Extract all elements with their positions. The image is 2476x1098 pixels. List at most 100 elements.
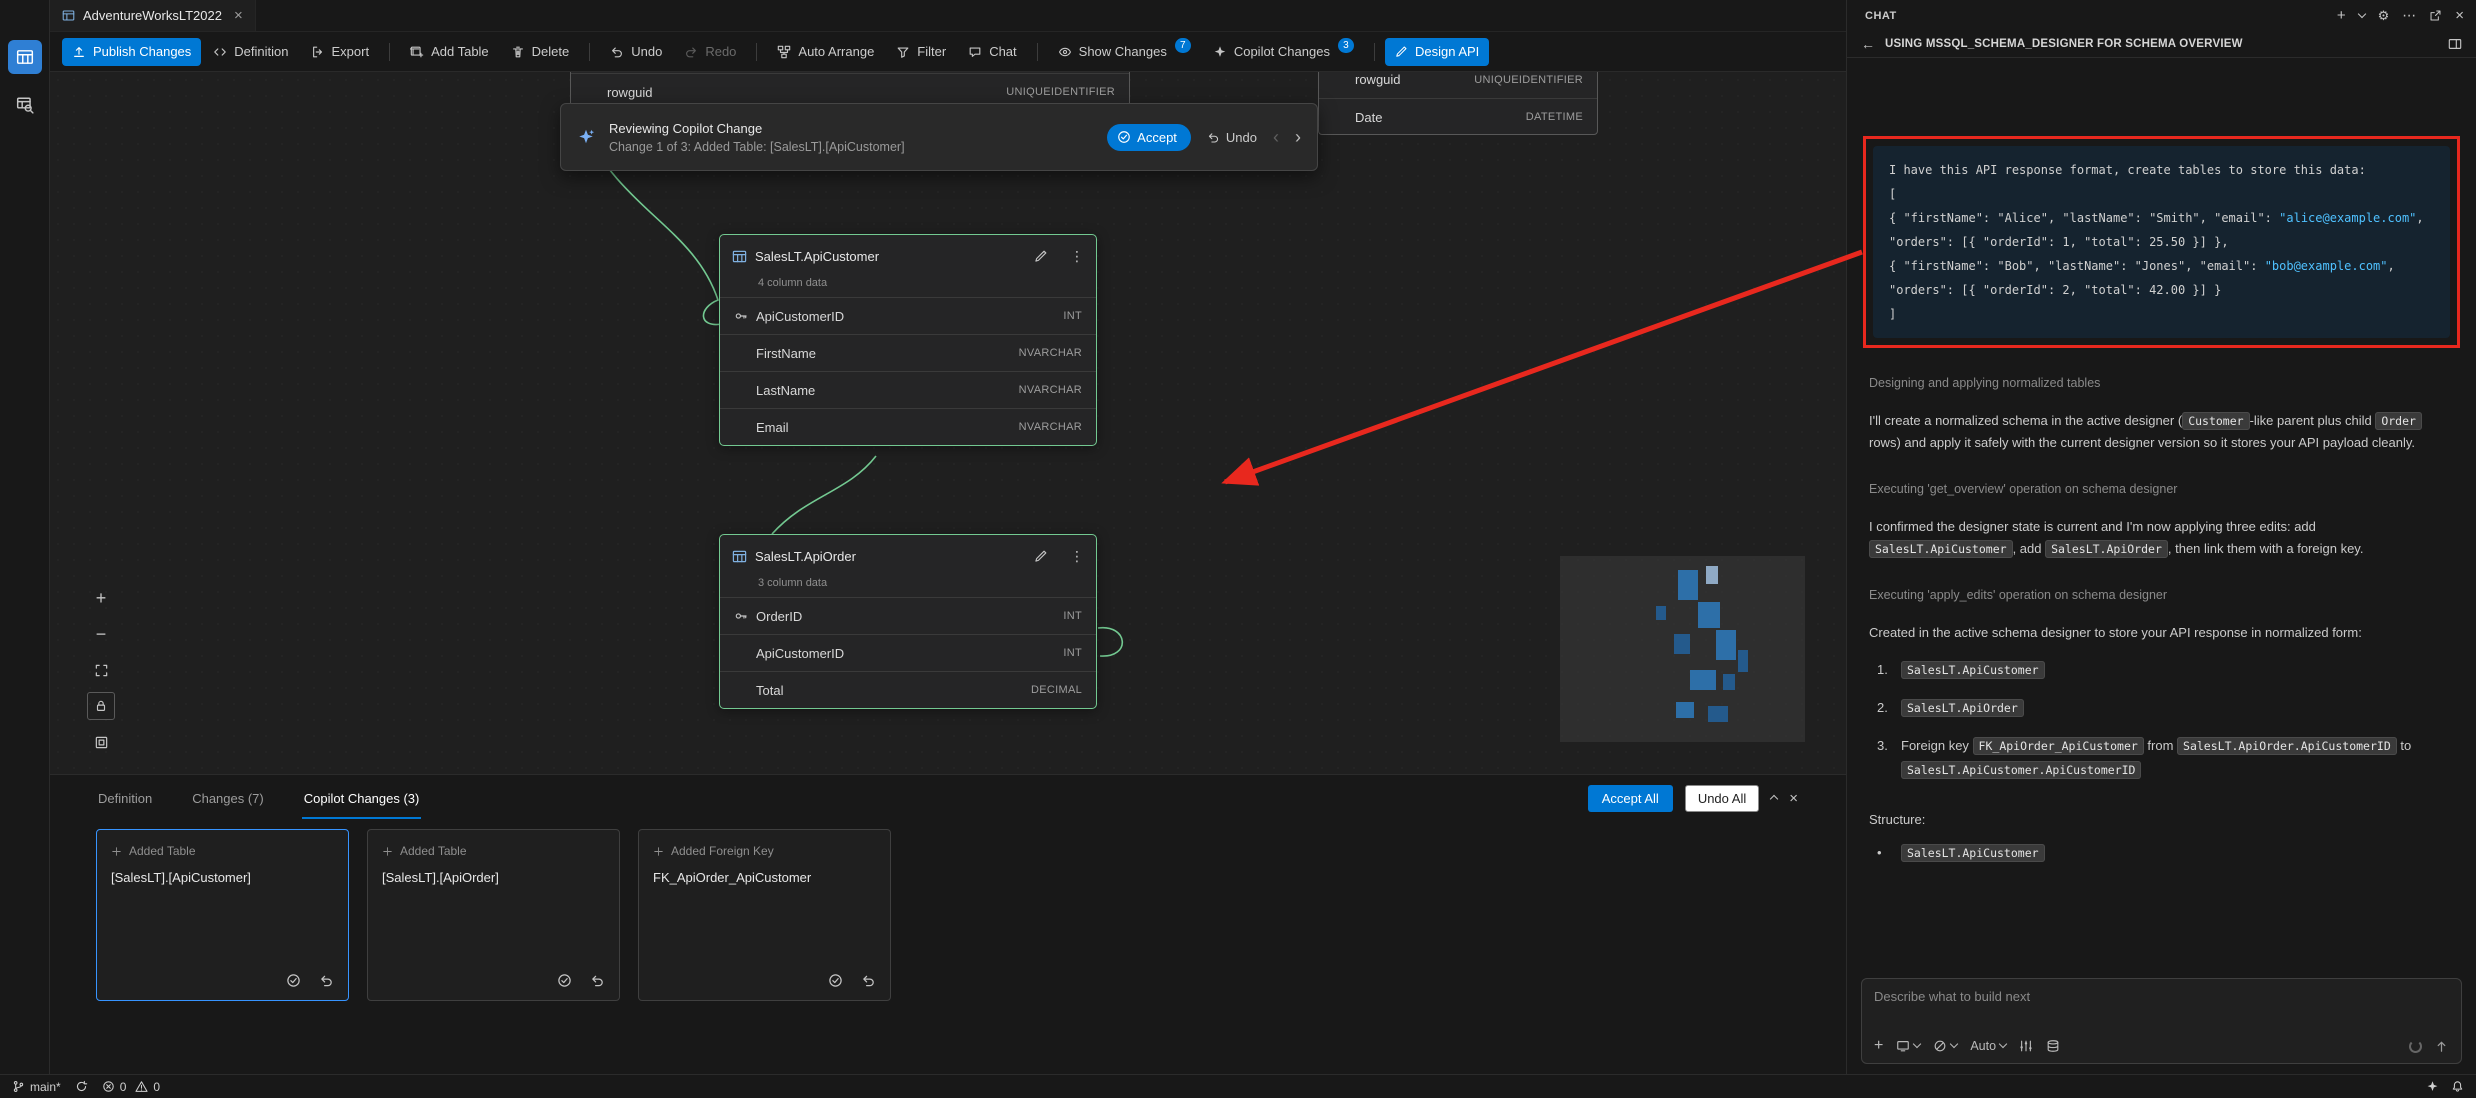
reset-layout-icon[interactable] bbox=[87, 728, 115, 756]
export-button[interactable]: Export bbox=[301, 38, 380, 66]
list-item: 3.Foreign key FK_ApiOrder_ApiCustomer fr… bbox=[1901, 734, 2454, 782]
gear-icon[interactable]: ⚙ bbox=[2378, 8, 2390, 24]
lock-icon[interactable] bbox=[87, 692, 115, 720]
visibility-picker[interactable] bbox=[1933, 1039, 1957, 1053]
copilot-change-cards: Added Table [SalesLT].[ApiCustomer] Adde… bbox=[50, 821, 1846, 1001]
change-card-apiorder[interactable]: Added Table [SalesLT].[ApiOrder] bbox=[367, 829, 620, 1001]
inline-code: Customer bbox=[2182, 412, 2249, 430]
add-table-button[interactable]: Add Table bbox=[400, 38, 499, 66]
tools-icon[interactable] bbox=[2019, 1039, 2033, 1053]
undo-change-icon[interactable] bbox=[319, 973, 334, 988]
bell-icon[interactable] bbox=[2451, 1080, 2464, 1093]
sync-status[interactable] bbox=[75, 1080, 88, 1093]
accept-button[interactable]: Accept bbox=[1107, 124, 1191, 151]
accept-all-button[interactable]: Accept All bbox=[1588, 785, 1673, 812]
table-row[interactable]: Email NVARCHAR bbox=[720, 408, 1096, 445]
table-row[interactable]: FirstName NVARCHAR bbox=[720, 334, 1096, 371]
redo-button[interactable]: Redo bbox=[674, 38, 746, 66]
close-chat-icon[interactable]: × bbox=[2455, 7, 2464, 24]
chat-input-placeholder: Describe what to build next bbox=[1874, 989, 2449, 1004]
table-node-apicustomer[interactable]: SalesLT.ApiCustomer ⋮ 4 column data ApiC… bbox=[719, 234, 1097, 446]
list-item: 1.SalesLT.ApiCustomer bbox=[1901, 658, 2454, 682]
add-context-icon[interactable]: + bbox=[1874, 1037, 1883, 1055]
zoom-in-button[interactable]: + bbox=[87, 584, 115, 612]
next-change-icon[interactable]: › bbox=[1295, 128, 1301, 146]
panel-layout-icon[interactable] bbox=[2448, 37, 2462, 51]
main-window: AdventureWorksLT2022 × Publish Changes D… bbox=[0, 0, 2476, 1074]
edit-table-icon[interactable] bbox=[1034, 249, 1048, 263]
data-sources-icon[interactable] bbox=[2046, 1039, 2060, 1053]
copilot-status-icon[interactable] bbox=[2426, 1080, 2439, 1093]
more-actions-icon[interactable]: ⋯ bbox=[2402, 7, 2416, 24]
chat-conversation: I have this API response format, create … bbox=[1847, 58, 2476, 978]
filter-button[interactable]: Filter bbox=[886, 38, 956, 66]
edit-table-icon[interactable] bbox=[1034, 549, 1048, 563]
email-link[interactable]: "bob@example.com" bbox=[2265, 259, 2388, 273]
previous-change-icon[interactable]: ‹ bbox=[1273, 128, 1279, 146]
schema-designer-icon[interactable] bbox=[8, 40, 42, 74]
table-menu-icon[interactable]: ⋮ bbox=[1070, 248, 1084, 265]
undo-change-button[interactable]: Undo bbox=[1207, 130, 1257, 145]
table-icon bbox=[732, 549, 747, 564]
copilot-changes-button[interactable]: Copilot Changes 3 bbox=[1203, 38, 1364, 66]
definition-button[interactable]: Definition bbox=[203, 38, 298, 66]
pencil-icon bbox=[1395, 45, 1408, 58]
table-subtitle: 3 column data bbox=[720, 577, 1096, 597]
back-icon[interactable]: ← bbox=[1861, 36, 1875, 52]
minimap[interactable] bbox=[1560, 556, 1805, 742]
progress-status: Designing and applying normalized tables bbox=[1869, 376, 2454, 390]
table-file-icon bbox=[62, 9, 75, 22]
chat-button[interactable]: Chat bbox=[958, 38, 1026, 66]
branch-status[interactable]: main* bbox=[12, 1080, 61, 1094]
toolbar-separator bbox=[389, 43, 390, 61]
delete-button[interactable]: Delete bbox=[501, 38, 580, 66]
undo-change-icon[interactable] bbox=[590, 973, 605, 988]
column-name: Email bbox=[756, 420, 789, 435]
table-row[interactable]: Total DECIMAL bbox=[720, 671, 1096, 708]
chat-input-box[interactable]: Describe what to build next + Auto bbox=[1861, 978, 2462, 1064]
table-menu-icon[interactable]: ⋮ bbox=[1070, 548, 1084, 565]
tab-definition[interactable]: Definition bbox=[96, 777, 154, 819]
table-icon bbox=[732, 249, 747, 264]
table-row[interactable]: ApiCustomerID INT bbox=[720, 297, 1096, 334]
schema-search-icon[interactable] bbox=[8, 88, 42, 122]
fit-view-icon[interactable] bbox=[87, 656, 115, 684]
undo-change-icon[interactable] bbox=[861, 973, 876, 988]
tab-copilot-changes[interactable]: Copilot Changes (3) bbox=[302, 777, 422, 819]
table-node-apiorder[interactable]: SalesLT.ApiOrder ⋮ 3 column data OrderID… bbox=[719, 534, 1097, 709]
partial-table-right[interactable]: rowguid UNIQUEIDENTIFIER Date DATETIME bbox=[1318, 72, 1598, 135]
undo-button[interactable]: Undo bbox=[600, 38, 672, 66]
accept-change-icon[interactable] bbox=[557, 973, 572, 988]
tab-close-icon[interactable]: × bbox=[234, 7, 243, 24]
branch-icon bbox=[12, 1080, 25, 1093]
table-row[interactable]: rowguid UNIQUEIDENTIFIER bbox=[1319, 72, 1597, 98]
open-in-editor-icon[interactable] bbox=[2429, 9, 2442, 22]
table-row[interactable]: OrderID INT bbox=[720, 597, 1096, 634]
zoom-out-button[interactable]: − bbox=[87, 620, 115, 648]
collapse-panel-icon[interactable] bbox=[1771, 795, 1777, 801]
undo-all-button[interactable]: Undo All bbox=[1685, 785, 1759, 812]
accept-change-icon[interactable] bbox=[828, 973, 843, 988]
change-card-apicustomer[interactable]: Added Table [SalesLT].[ApiCustomer] bbox=[96, 829, 349, 1001]
auto-arrange-button[interactable]: Auto Arrange bbox=[767, 38, 884, 66]
accept-change-icon[interactable] bbox=[286, 973, 301, 988]
publish-changes-button[interactable]: Publish Changes bbox=[62, 38, 201, 66]
chevron-down-icon[interactable] bbox=[2357, 9, 2365, 17]
model-picker[interactable]: Auto bbox=[1970, 1039, 2006, 1053]
tab-changes[interactable]: Changes (7) bbox=[190, 777, 266, 819]
table-row[interactable]: Date DATETIME bbox=[1319, 98, 1597, 135]
send-button[interactable] bbox=[2434, 1039, 2449, 1054]
email-link[interactable]: "alice@example.com" bbox=[2279, 211, 2416, 225]
table-row[interactable]: ApiCustomerID INT bbox=[720, 634, 1096, 671]
new-chat-icon[interactable]: + bbox=[2337, 7, 2346, 24]
table-row[interactable]: LastName NVARCHAR bbox=[720, 371, 1096, 408]
export-icon bbox=[311, 45, 325, 59]
show-changes-button[interactable]: Show Changes 7 bbox=[1048, 38, 1201, 66]
device-picker[interactable] bbox=[1896, 1039, 1920, 1053]
close-panel-icon[interactable]: × bbox=[1789, 790, 1798, 807]
change-card-foreignkey[interactable]: Added Foreign Key FK_ApiOrder_ApiCustome… bbox=[638, 829, 891, 1001]
schema-canvas[interactable]: rowguid UNIQUEIDENTIFIER rowguid UNIQUEI… bbox=[50, 72, 1846, 774]
tab-adventureworks[interactable]: AdventureWorksLT2022 × bbox=[50, 0, 256, 31]
problems-status[interactable]: 0 0 bbox=[102, 1080, 160, 1094]
design-api-button[interactable]: Design API bbox=[1385, 38, 1489, 66]
